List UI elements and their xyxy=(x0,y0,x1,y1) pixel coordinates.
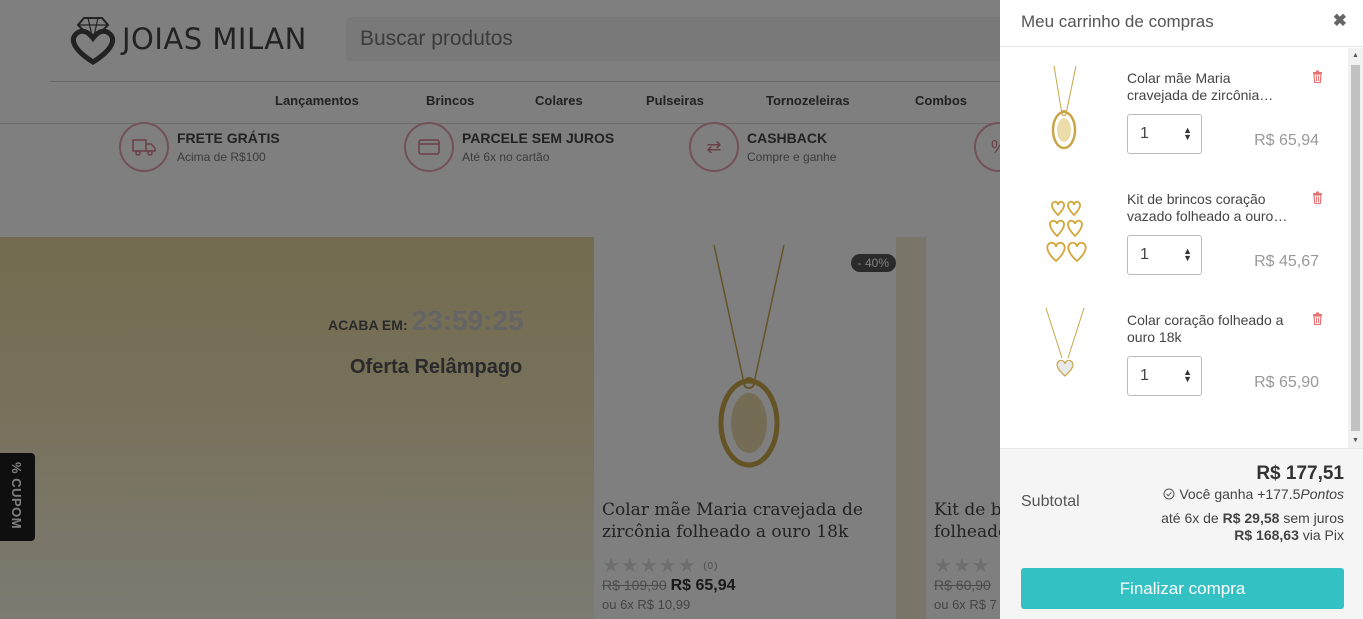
modal-overlay[interactable] xyxy=(0,0,1000,619)
cart-header: Meu carrinho de compras ✖ xyxy=(1000,0,1363,47)
quantity-value: 1 xyxy=(1140,246,1149,263)
cart-item-price: R$ 65,90 xyxy=(1254,374,1319,391)
cart-item: Colar mãe Maria cravejada de zircônia fo… xyxy=(1000,48,1349,169)
cart-item: Kit de brincos coração vazado folheado a… xyxy=(1000,169,1349,290)
cart-drawer: Meu carrinho de compras ✖ Colar mãe Mari… xyxy=(1000,0,1363,619)
subtotal-label: Subtotal xyxy=(1021,493,1080,510)
pix-price: R$ 168,63 via Pix xyxy=(1234,527,1344,543)
scroll-down-arrow-icon[interactable]: ▼ xyxy=(1352,437,1359,444)
quantity-select[interactable]: 1 ▲ ▼ xyxy=(1127,114,1202,154)
select-arrows-icon: ▲ ▼ xyxy=(1183,125,1192,142)
inst-value: R$ 29,58 xyxy=(1222,510,1280,526)
points-unit: Pontos xyxy=(1300,486,1344,502)
cart-item-name[interactable]: Colar coração folheado a ouro 18k xyxy=(1127,312,1292,346)
points-value: +177.5 xyxy=(1257,486,1301,502)
scroll-up-arrow-icon[interactable]: ▲ xyxy=(1352,52,1359,59)
quantity-select[interactable]: 1 ▲ ▼ xyxy=(1127,235,1202,275)
select-arrows-icon: ▲ ▼ xyxy=(1183,367,1192,384)
pix-suffix: via Pix xyxy=(1302,527,1344,543)
inst-prefix: até xyxy=(1161,510,1181,526)
quantity-value: 1 xyxy=(1140,125,1149,142)
installment-info: até 6x de R$ 29,58 sem juros xyxy=(1161,510,1344,526)
cart-item-price: R$ 65,94 xyxy=(1254,132,1319,149)
pix-value: R$ 168,63 xyxy=(1234,527,1299,543)
trash-icon[interactable] xyxy=(1312,191,1323,207)
cart-scrollbar[interactable]: ▲ ▼ xyxy=(1348,48,1363,448)
quantity-select[interactable]: 1 ▲ ▼ xyxy=(1127,356,1202,396)
inst-de: de xyxy=(1203,510,1219,526)
inst-count: 6x xyxy=(1184,510,1200,526)
heart-necklace-thumb xyxy=(1045,307,1085,377)
cart-item-name[interactable]: Kit de brincos coração vazado folheado a… xyxy=(1127,191,1292,225)
scrollbar-thumb[interactable] xyxy=(1351,65,1360,431)
cart-title: Meu carrinho de compras xyxy=(1021,12,1214,31)
heart-earrings-thumb xyxy=(1046,200,1087,263)
trash-icon[interactable] xyxy=(1312,312,1323,328)
cart-item-price: R$ 45,67 xyxy=(1254,253,1319,270)
cart-summary: Subtotal R$ 177,51 Você ganha +177.5Pont… xyxy=(1000,448,1363,619)
trash-icon[interactable] xyxy=(1312,70,1323,86)
check-circle-icon xyxy=(1163,486,1179,502)
cart-item: Colar coração folheado a ouro 18k 1 ▲ ▼ R… xyxy=(1000,290,1349,411)
necklace-mae-maria-thumb xyxy=(1051,65,1077,150)
cart-item-name[interactable]: Colar mãe Maria cravejada de zircônia fo… xyxy=(1127,70,1292,104)
inst-suffix: sem juros xyxy=(1283,510,1344,526)
points-earned: Você ganha +177.5Pontos xyxy=(1163,486,1344,502)
quantity-value: 1 xyxy=(1140,367,1149,384)
select-arrows-icon: ▲ ▼ xyxy=(1183,246,1192,263)
subtotal-value: R$ 177,51 xyxy=(1256,463,1344,484)
checkout-button[interactable]: Finalizar compra xyxy=(1021,568,1344,609)
close-icon[interactable]: ✖ xyxy=(1333,11,1347,31)
points-prefix: Você ganha xyxy=(1179,486,1254,502)
cart-items-list: Colar mãe Maria cravejada de zircônia fo… xyxy=(1000,48,1349,448)
